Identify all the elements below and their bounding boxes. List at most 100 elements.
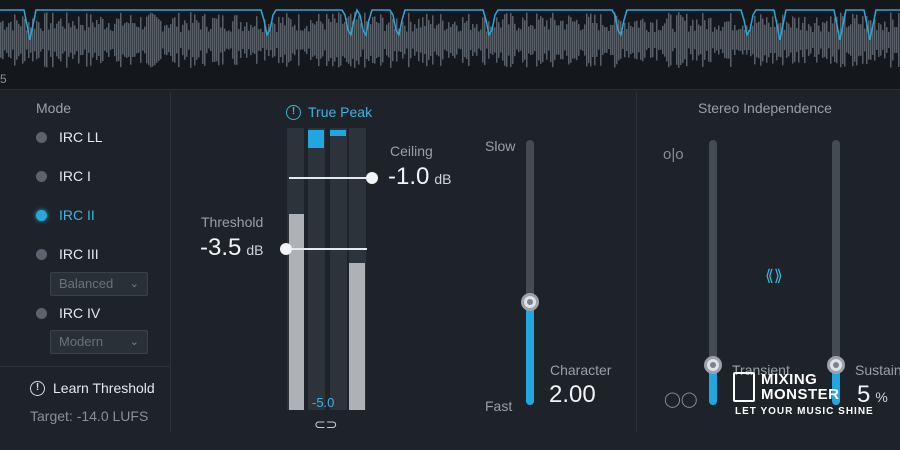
waveform-bar <box>446 28 448 52</box>
waveform-bar <box>860 24 862 56</box>
waveform-bar <box>626 28 628 52</box>
waveform-bar <box>224 28 226 52</box>
mode-option-label: IRC III <box>59 246 99 262</box>
waveform-bar <box>862 16 864 64</box>
character-slider-thumb[interactable] <box>521 292 539 311</box>
link-sliders-icon[interactable]: ⟪⟫ <box>765 266 783 286</box>
waveform-bar <box>482 17 484 63</box>
mode-option-irc-i[interactable]: IRC I <box>36 166 91 186</box>
waveform-bar <box>286 13 288 67</box>
waveform-bar <box>564 29 566 51</box>
waveform-bar <box>12 30 14 50</box>
meter-link-icon[interactable]: ⊂⊃ <box>314 416 337 433</box>
waveform-bar <box>120 12 122 68</box>
waveform-bar <box>454 21 456 59</box>
waveform-bar <box>136 26 138 54</box>
ceiling-value-group[interactable]: -1.0 dB <box>388 163 451 191</box>
waveform-bar <box>788 23 790 57</box>
waveform-bar <box>52 12 54 68</box>
learn-threshold-button[interactable]: ! Learn Threshold <box>30 380 155 396</box>
waveform-bar <box>804 16 806 64</box>
waveform-bar <box>880 24 882 56</box>
waveform-bar <box>36 20 38 60</box>
waveform-overview[interactable]: 5 <box>0 0 900 90</box>
irc4-style-select[interactable]: Modern ⌄ <box>50 330 148 354</box>
waveform-bar <box>272 22 274 58</box>
waveform-bar <box>706 29 708 51</box>
watermark-tagline: LET YOUR MUSIC SHINE <box>735 406 874 417</box>
waveform-bar <box>292 26 294 54</box>
waveform-bar <box>452 23 454 57</box>
waveform-bar <box>420 27 422 53</box>
waveform-bar <box>220 27 222 53</box>
ceiling-value: -1.0 <box>388 163 430 190</box>
waveform-bar <box>550 17 552 63</box>
waveform-bar <box>246 22 248 58</box>
waveform-edge-label: 5 <box>0 72 7 86</box>
threshold-value-group[interactable]: -3.5 dB <box>200 234 263 262</box>
mode-option-irc-ii[interactable]: IRC II <box>36 205 95 225</box>
waveform-bar <box>410 21 412 59</box>
waveform-bar <box>194 14 196 66</box>
waveform-bar <box>758 21 760 59</box>
waveform-bar <box>760 14 762 66</box>
waveform-bar <box>208 31 210 49</box>
irc3-style-select[interactable]: Balanced ⌄ <box>50 272 148 296</box>
waveform-bar <box>676 15 678 65</box>
mode-option-irc-ll[interactable]: IRC LL <box>36 127 103 147</box>
waveform-bar <box>24 18 26 62</box>
waveform-bar <box>708 18 710 62</box>
waveform-bar <box>18 23 20 57</box>
mode-option-irc-iv[interactable]: IRC IV <box>36 303 100 323</box>
transient-slider-thumb[interactable] <box>704 356 722 375</box>
waveform-bar <box>160 20 162 60</box>
character-fast-label: Fast <box>485 398 513 414</box>
waveform-bar <box>546 20 548 60</box>
waveform-bar <box>90 14 92 66</box>
character-value[interactable]: 2.00 <box>549 381 596 409</box>
waveform-bar <box>168 27 170 53</box>
waveform-bar <box>464 22 466 58</box>
waveform-bar <box>738 29 740 51</box>
waveform-bar <box>530 24 532 56</box>
waveform-bar <box>460 30 462 50</box>
waveform-bar <box>192 22 194 58</box>
true-peak-toggle[interactable]: ! True Peak <box>286 104 372 120</box>
threshold-unit: dB <box>246 242 264 258</box>
ceiling-handle[interactable] <box>366 172 378 184</box>
waveform-bar <box>82 24 84 56</box>
waveform-bar <box>610 24 612 56</box>
waveform-bar <box>360 23 362 57</box>
waveform-bar <box>0 22 2 58</box>
mode-option-label: IRC LL <box>59 129 103 145</box>
waveform-bar <box>362 30 364 50</box>
waveform-bar <box>396 18 398 62</box>
waveform-bar <box>138 27 140 53</box>
waveform-bar <box>666 18 668 62</box>
gain-reduction-readout: -5.0 <box>312 395 335 410</box>
mode-option-irc-iii[interactable]: IRC III <box>36 244 99 264</box>
waveform-bar <box>244 26 246 54</box>
waveform-bar <box>306 25 308 55</box>
character-caption: Character <box>550 362 612 378</box>
waveform-bar <box>382 17 384 63</box>
level-meters <box>287 128 367 410</box>
waveform-bar <box>864 28 866 52</box>
waveform-bar <box>204 14 206 66</box>
waveform-graphic <box>0 8 900 68</box>
waveform-bar <box>548 29 550 51</box>
waveform-bar <box>468 13 470 67</box>
waveform-bar <box>250 24 252 56</box>
waveform-bar <box>384 30 386 50</box>
waveform-bar <box>824 23 826 57</box>
waveform-bars <box>0 12 900 68</box>
waveform-bar <box>722 26 724 54</box>
waveform-bar <box>202 16 204 64</box>
threshold-handle[interactable] <box>280 243 292 255</box>
waveform-bar <box>496 17 498 63</box>
waveform-bar <box>10 21 12 59</box>
waveform-bar <box>772 16 774 64</box>
waveform-bar <box>124 23 126 57</box>
waveform-bar <box>752 25 754 55</box>
waveform-bar <box>814 22 816 58</box>
